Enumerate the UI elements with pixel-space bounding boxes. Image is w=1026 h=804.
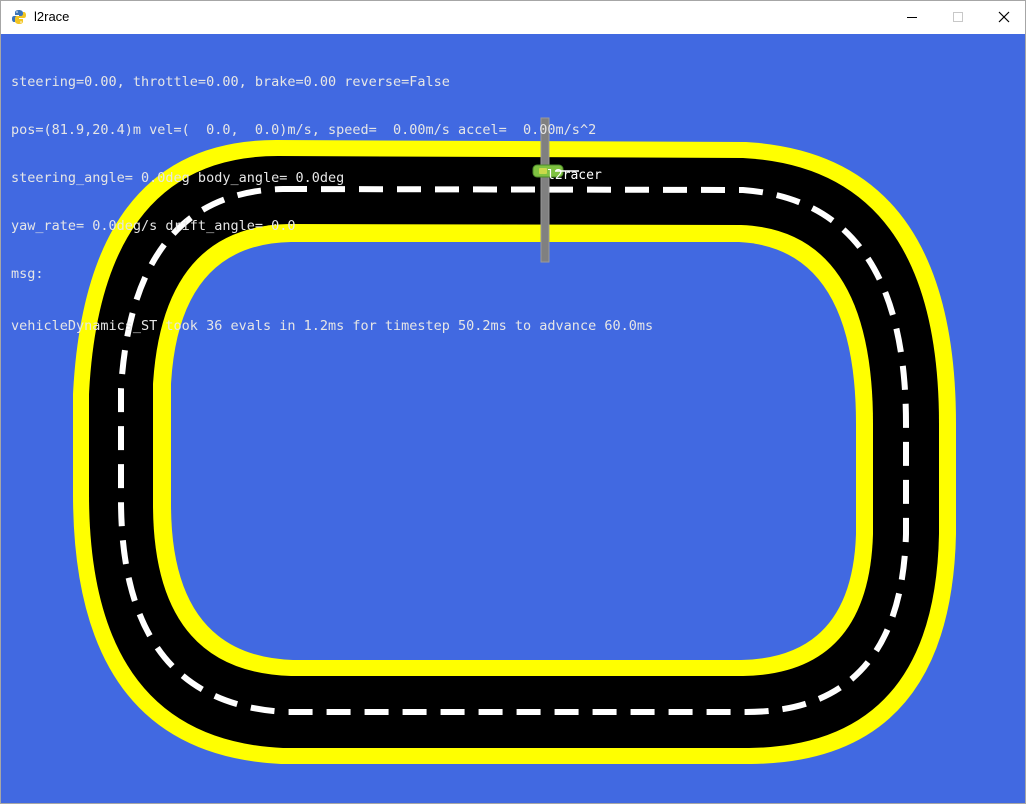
maximize-icon	[953, 12, 963, 22]
game-canvas[interactable]: steering=0.00, throttle=0.00, brake=0.00…	[1, 34, 1025, 803]
hud-timing: vehicleDynamics_ST took 36 evals in 1.2m…	[11, 318, 654, 334]
close-icon	[998, 11, 1010, 23]
hud-message: msg:	[11, 266, 44, 282]
minimize-button[interactable]	[889, 1, 935, 34]
title-bar[interactable]: l2race	[1, 1, 1025, 34]
window-title: l2race	[34, 9, 70, 24]
hud-yaw: yaw_rate= 0.0deg/s drift_angle= 0.0	[11, 218, 296, 234]
close-button[interactable]	[981, 1, 1026, 34]
car-name-label: l2racer	[547, 168, 602, 183]
hud-controls: steering=0.00, throttle=0.00, brake=0.00…	[11, 74, 450, 90]
hud-overlay: steering=0.00, throttle=0.00, brake=0.00…	[11, 42, 653, 366]
python-snake-icon	[11, 9, 27, 25]
minimize-icon	[907, 17, 917, 18]
game-window: l2race steering=0.00, throttle=0.00, bra…	[0, 0, 1026, 804]
maximize-button[interactable]	[935, 1, 981, 34]
hud-position: pos=(81.9,20.4)m vel=( 0.0, 0.0)m/s, spe…	[11, 122, 597, 138]
